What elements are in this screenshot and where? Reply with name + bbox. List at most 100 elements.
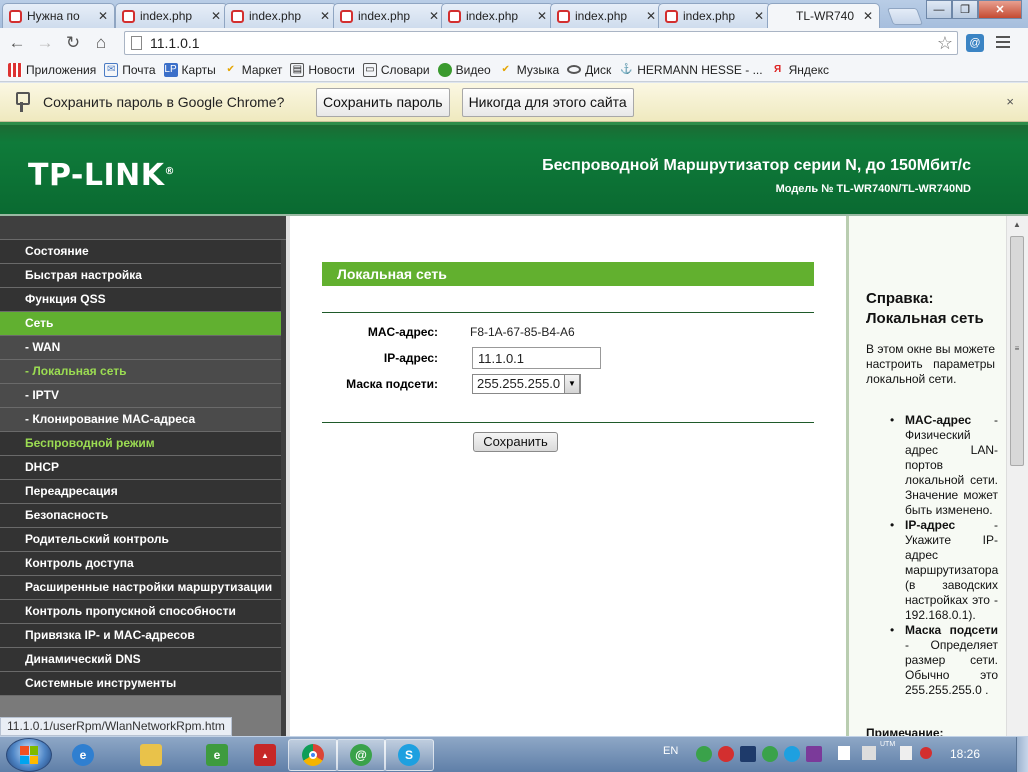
internet-explorer-icon: e [72, 744, 94, 766]
close-icon[interactable]: ✕ [863, 9, 873, 23]
menu-item[interactable]: - IPTV [0, 384, 281, 408]
bookmark-item[interactable]: LP Карты [163, 62, 216, 77]
menu-item[interactable]: - Локальная сеть [0, 360, 281, 384]
home-icon[interactable]: ⌂ [90, 32, 112, 54]
dropdown-arrow-icon[interactable]: ▼ [564, 374, 580, 394]
menu-item[interactable]: Безопасность [0, 504, 281, 528]
menu-item[interactable]: Родительский контроль [0, 528, 281, 552]
menu-item[interactable]: Системные инструменты [0, 672, 281, 696]
menu-item[interactable]: Контроль пропускной способности [0, 600, 281, 624]
menu-item[interactable]: Переадресация [0, 480, 281, 504]
yandex-icon: Я [774, 64, 782, 75]
tab-active[interactable]: TL-WR740 ✕ [767, 3, 880, 28]
tray-icon[interactable] [718, 746, 734, 762]
close-icon[interactable]: ✕ [646, 9, 656, 23]
mail-icon: ✉ [104, 62, 119, 77]
hamburger-menu-icon[interactable] [996, 36, 1010, 51]
tab-strip: Нужна по ✕ index.php ✕ index.php ✕ index.ph… [0, 0, 1028, 28]
save-button[interactable]: Сохранить [473, 432, 558, 452]
restore-icon[interactable]: ❐ [952, 0, 978, 19]
mail-agent-taskbar-button[interactable]: @ [336, 739, 386, 771]
close-icon[interactable]: ✕ [320, 9, 330, 23]
tab[interactable]: index.php ✕ [550, 3, 663, 28]
help-item: IP-адрес - Укажите IP-адрес маршрутизато… [876, 518, 998, 623]
disk-icon [567, 65, 582, 74]
close-window-icon[interactable]: ✕ [978, 0, 1022, 19]
tab[interactable]: Нужна по ✕ [2, 3, 115, 28]
address-bar[interactable]: 11.1.0.1 ☆ [124, 31, 958, 55]
bookmark-item[interactable]: Видео [437, 62, 491, 77]
close-icon[interactable]: ✕ [537, 9, 547, 23]
menu-item[interactable]: Состояние [0, 240, 281, 264]
bookmark-item[interactable]: ▭ Словари [362, 62, 430, 77]
bookmark-item[interactable]: ✔ Маркет [224, 63, 283, 77]
close-icon[interactable]: × [1006, 94, 1014, 109]
menu-item[interactable]: Контроль доступа [0, 552, 281, 576]
app-taskbar-button[interactable]: ▲ [240, 739, 290, 771]
bookmark-item[interactable]: ⚓ HERMANN HESSE - ... [619, 63, 763, 77]
bookmark-item[interactable]: ✉ Почта [104, 62, 156, 77]
skype-taskbar-button[interactable]: S [384, 739, 434, 771]
tray-icon[interactable] [784, 746, 800, 762]
show-desktop-button[interactable] [1016, 737, 1028, 772]
never-save-button[interactable]: Никогда для этого сайта [461, 87, 634, 117]
bookmark-item[interactable]: ✔ Музыка [499, 63, 559, 77]
menu-item[interactable]: DHCP [0, 456, 281, 480]
tray-icon[interactable] [920, 747, 932, 759]
network-icon[interactable] [862, 746, 876, 760]
tab[interactable]: index.php ✕ [333, 3, 446, 28]
apps-grid-icon [8, 62, 22, 77]
menu-item[interactable]: Функция QSS [0, 288, 281, 312]
bookmark-item[interactable]: ▤ Новости [290, 62, 355, 77]
menu-item[interactable]: Беспроводной режим [0, 432, 281, 456]
star-icon[interactable]: ☆ [937, 33, 953, 54]
new-tab-button[interactable] [886, 8, 924, 25]
ie-taskbar-button-2[interactable]: e [192, 739, 242, 771]
close-icon[interactable]: ✕ [98, 9, 108, 23]
menu-item[interactable]: - Клонирование MAC-адреса [0, 408, 281, 432]
tab[interactable]: index.php ✕ [441, 3, 554, 28]
tray-icon[interactable] [696, 746, 712, 762]
tab[interactable]: index.php ✕ [224, 3, 337, 28]
mail-extension-icon[interactable]: @ [966, 34, 984, 52]
volume-icon[interactable] [900, 746, 912, 760]
tp-link-logo: TP-LINK® [28, 158, 176, 193]
ie-taskbar-button[interactable]: e [58, 739, 108, 771]
tray-icon[interactable] [740, 746, 756, 762]
utm-label: UTM [880, 741, 896, 748]
scroll-up-icon[interactable]: ▲ [1012, 220, 1022, 229]
ip-address-input[interactable] [472, 347, 601, 369]
menu-item[interactable]: Быстрая настройка [0, 264, 281, 288]
help-panel: Справка: Локальная сеть В этом окне вы м… [846, 216, 1006, 740]
flag-icon[interactable] [838, 746, 850, 760]
explorer-taskbar-button[interactable] [126, 739, 176, 771]
back-arrow-icon[interactable]: ← [6, 32, 28, 54]
bookmark-item[interactable]: Приложения [8, 62, 96, 77]
menu-item[interactable]: Сеть [0, 312, 281, 336]
language-indicator[interactable]: EN [663, 745, 678, 757]
close-icon[interactable]: ✕ [211, 9, 221, 23]
close-icon[interactable]: ✕ [429, 9, 439, 23]
menu-item[interactable]: Расширенные настройки маршрутизации [0, 576, 281, 600]
menu-item[interactable]: - WAN [0, 336, 281, 360]
menu-item[interactable]: Привязка IP- и MAC-адресов [0, 624, 281, 648]
tab[interactable]: index.php ✕ [658, 3, 771, 28]
ip-address-label: IP-адрес: [383, 351, 438, 365]
save-password-button[interactable]: Сохранить пароль [316, 87, 450, 117]
tab[interactable]: index.php ✕ [115, 3, 228, 28]
close-icon[interactable]: ✕ [754, 9, 764, 23]
tray-icon[interactable] [762, 746, 778, 762]
menu-item[interactable]: Динамический DNS [0, 648, 281, 672]
start-button[interactable] [6, 738, 52, 772]
bookmark-item[interactable]: Я Яндекс [771, 63, 829, 77]
scrollbar[interactable]: ▲ ≡ [1006, 216, 1028, 736]
chrome-taskbar-button[interactable] [288, 739, 338, 771]
help-list: MAC-адрес - Физический адрес LAN-портов … [876, 413, 998, 698]
tray-icon[interactable] [806, 746, 822, 762]
page-title: Локальная сеть [322, 262, 814, 286]
reload-icon[interactable]: ↻ [62, 32, 84, 54]
forward-arrow-icon[interactable]: → [34, 32, 56, 54]
bookmark-item[interactable]: Диск [567, 63, 611, 77]
minimize-icon[interactable]: — [926, 0, 952, 19]
clock[interactable]: 18:26 [950, 747, 980, 761]
